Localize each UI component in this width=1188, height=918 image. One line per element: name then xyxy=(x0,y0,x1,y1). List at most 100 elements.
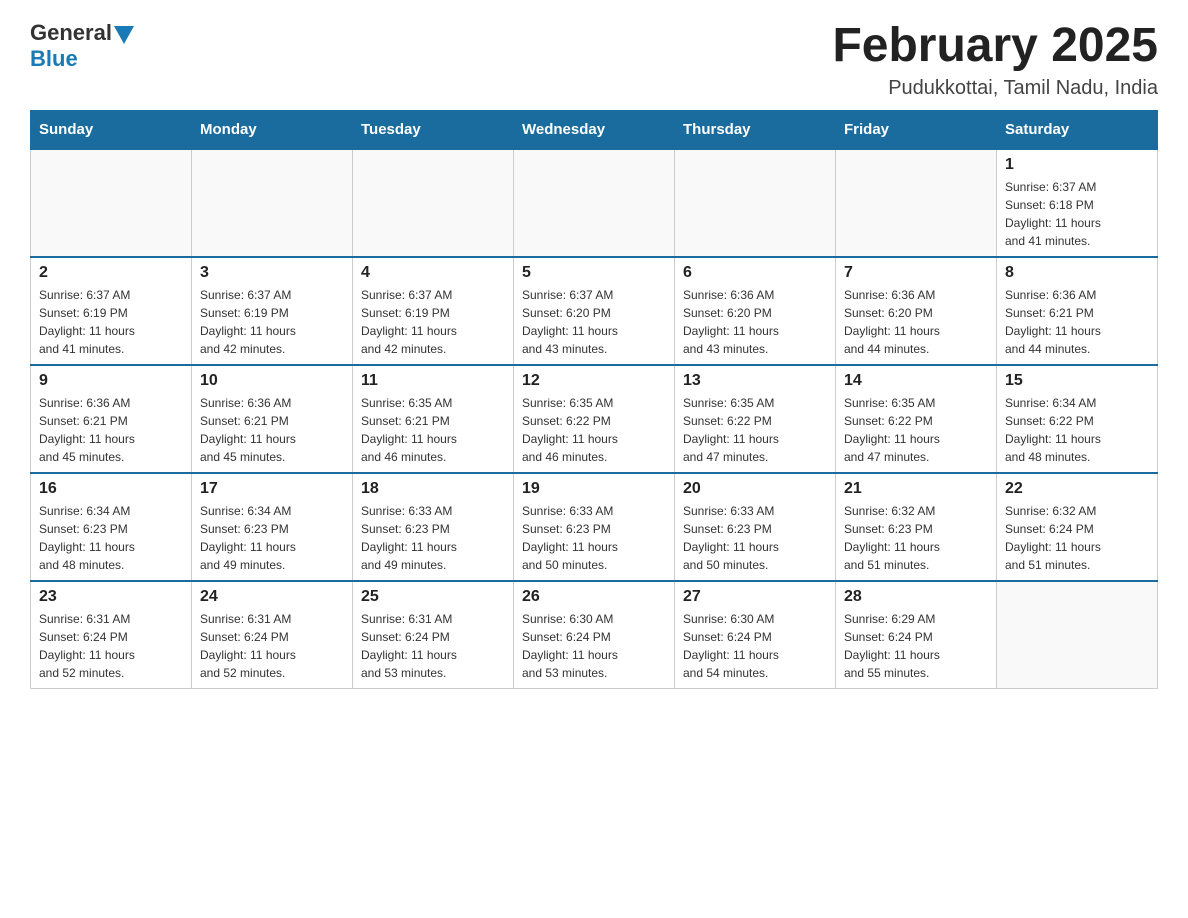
day-number: 19 xyxy=(522,480,666,498)
day-info: Sunrise: 6:31 AMSunset: 6:24 PMDaylight:… xyxy=(39,610,183,682)
day-info: Sunrise: 6:37 AMSunset: 6:19 PMDaylight:… xyxy=(361,286,505,358)
day-info: Sunrise: 6:30 AMSunset: 6:24 PMDaylight:… xyxy=(683,610,827,682)
day-number: 10 xyxy=(200,372,344,390)
calendar-day-cell: 7 Sunrise: 6:36 AMSunset: 6:20 PMDaylight… xyxy=(836,257,997,365)
calendar-header-row: SundayMondayTuesdayWednesdayThursdayFrid… xyxy=(31,110,1158,149)
calendar-day-cell: 28 Sunrise: 6:29 AMSunset: 6:24 PMDayligh… xyxy=(836,581,997,689)
day-number: 4 xyxy=(361,264,505,282)
calendar-day-cell xyxy=(31,149,192,257)
logo-arrow-icon xyxy=(114,26,134,44)
day-number: 2 xyxy=(39,264,183,282)
calendar-day-cell xyxy=(353,149,514,257)
weekday-header-tuesday: Tuesday xyxy=(353,110,514,149)
logo-general-text: General xyxy=(30,20,112,46)
day-number: 21 xyxy=(844,480,988,498)
calendar-day-cell: 3 Sunrise: 6:37 AMSunset: 6:19 PMDaylight… xyxy=(192,257,353,365)
calendar-day-cell: 25Sunrise: 6:31 AMSunset: 6:24 PMDayligh… xyxy=(353,581,514,689)
calendar-day-cell: 18Sunrise: 6:33 AMSunset: 6:23 PMDayligh… xyxy=(353,473,514,581)
calendar-day-cell xyxy=(997,581,1158,689)
day-info: Sunrise: 6:30 AMSunset: 6:24 PMDaylight:… xyxy=(522,610,666,682)
logo: General Blue xyxy=(30,20,134,72)
day-info: Sunrise: 6:34 AMSunset: 6:23 PMDaylight:… xyxy=(200,502,344,574)
day-number: 11 xyxy=(361,372,505,390)
day-info: Sunrise: 6:35 AMSunset: 6:21 PMDaylight:… xyxy=(361,394,505,466)
calendar-day-cell xyxy=(192,149,353,257)
day-number: 24 xyxy=(200,588,344,606)
calendar-day-cell: 14 Sunrise: 6:35 AMSunset: 6:22 PMDayligh… xyxy=(836,365,997,473)
day-number: 20 xyxy=(683,480,827,498)
day-number: 15 xyxy=(1005,372,1149,390)
calendar-day-cell: 23Sunrise: 6:31 AMSunset: 6:24 PMDayligh… xyxy=(31,581,192,689)
day-number: 28 xyxy=(844,588,988,606)
calendar-day-cell xyxy=(675,149,836,257)
day-number: 17 xyxy=(200,480,344,498)
calendar-day-cell: 24Sunrise: 6:31 AMSunset: 6:24 PMDayligh… xyxy=(192,581,353,689)
weekday-header-sunday: Sunday xyxy=(31,110,192,149)
logo-blue-text: Blue xyxy=(30,46,78,71)
calendar-week-row: 2 Sunrise: 6:37 AMSunset: 6:19 PMDaylight… xyxy=(31,257,1158,365)
weekday-header-wednesday: Wednesday xyxy=(514,110,675,149)
day-info: Sunrise: 6:37 AMSunset: 6:18 PMDaylight:… xyxy=(1005,178,1149,250)
title-section: February 2025 Pudukkottai, Tamil Nadu, I… xyxy=(832,20,1158,100)
weekday-header-thursday: Thursday xyxy=(675,110,836,149)
day-info: Sunrise: 6:33 AMSunset: 6:23 PMDaylight:… xyxy=(522,502,666,574)
calendar-day-cell: 6 Sunrise: 6:36 AMSunset: 6:20 PMDaylight… xyxy=(675,257,836,365)
day-info: Sunrise: 6:34 AMSunset: 6:22 PMDaylight:… xyxy=(1005,394,1149,466)
calendar-day-cell: 26 Sunrise: 6:30 AMSunset: 6:24 PMDayligh… xyxy=(514,581,675,689)
weekday-header-monday: Monday xyxy=(192,110,353,149)
calendar-day-cell: 4 Sunrise: 6:37 AMSunset: 6:19 PMDaylight… xyxy=(353,257,514,365)
day-number: 14 xyxy=(844,372,988,390)
calendar-day-cell: 10 Sunrise: 6:36 AMSunset: 6:21 PMDayligh… xyxy=(192,365,353,473)
day-info: Sunrise: 6:36 AMSunset: 6:20 PMDaylight:… xyxy=(683,286,827,358)
calendar-day-cell: 2 Sunrise: 6:37 AMSunset: 6:19 PMDaylight… xyxy=(31,257,192,365)
calendar-day-cell xyxy=(836,149,997,257)
day-info: Sunrise: 6:33 AMSunset: 6:23 PMDaylight:… xyxy=(361,502,505,574)
day-info: Sunrise: 6:35 AMSunset: 6:22 PMDaylight:… xyxy=(844,394,988,466)
day-info: Sunrise: 6:36 AMSunset: 6:21 PMDaylight:… xyxy=(39,394,183,466)
day-info: Sunrise: 6:37 AMSunset: 6:19 PMDaylight:… xyxy=(200,286,344,358)
calendar-day-cell: 17 Sunrise: 6:34 AMSunset: 6:23 PMDayligh… xyxy=(192,473,353,581)
day-number: 6 xyxy=(683,264,827,282)
calendar-table: SundayMondayTuesdayWednesdayThursdayFrid… xyxy=(30,110,1158,689)
day-number: 3 xyxy=(200,264,344,282)
calendar-week-row: 16 Sunrise: 6:34 AMSunset: 6:23 PMDayligh… xyxy=(31,473,1158,581)
calendar-day-cell: 15 Sunrise: 6:34 AMSunset: 6:22 PMDayligh… xyxy=(997,365,1158,473)
day-number: 7 xyxy=(844,264,988,282)
day-info: Sunrise: 6:36 AMSunset: 6:21 PMDaylight:… xyxy=(1005,286,1149,358)
day-number: 9 xyxy=(39,372,183,390)
day-info: Sunrise: 6:37 AMSunset: 6:19 PMDaylight:… xyxy=(39,286,183,358)
calendar-day-cell: 20Sunrise: 6:33 AMSunset: 6:23 PMDayligh… xyxy=(675,473,836,581)
day-info: Sunrise: 6:35 AMSunset: 6:22 PMDaylight:… xyxy=(522,394,666,466)
calendar-day-cell: 27 Sunrise: 6:30 AMSunset: 6:24 PMDayligh… xyxy=(675,581,836,689)
day-number: 22 xyxy=(1005,480,1149,498)
weekday-header-friday: Friday xyxy=(836,110,997,149)
calendar-day-cell: 1 Sunrise: 6:37 AMSunset: 6:18 PMDaylight… xyxy=(997,149,1158,257)
day-info: Sunrise: 6:35 AMSunset: 6:22 PMDaylight:… xyxy=(683,394,827,466)
day-info: Sunrise: 6:32 AMSunset: 6:23 PMDaylight:… xyxy=(844,502,988,574)
day-number: 1 xyxy=(1005,156,1149,174)
day-number: 5 xyxy=(522,264,666,282)
day-number: 26 xyxy=(522,588,666,606)
day-info: Sunrise: 6:34 AMSunset: 6:23 PMDaylight:… xyxy=(39,502,183,574)
calendar-week-row: 23Sunrise: 6:31 AMSunset: 6:24 PMDayligh… xyxy=(31,581,1158,689)
page-header: General Blue February 2025 Pudukkottai, … xyxy=(30,20,1158,100)
day-number: 16 xyxy=(39,480,183,498)
day-info: Sunrise: 6:36 AMSunset: 6:21 PMDaylight:… xyxy=(200,394,344,466)
calendar-day-cell: 21 Sunrise: 6:32 AMSunset: 6:23 PMDayligh… xyxy=(836,473,997,581)
day-number: 12 xyxy=(522,372,666,390)
calendar-day-cell: 13 Sunrise: 6:35 AMSunset: 6:22 PMDayligh… xyxy=(675,365,836,473)
day-number: 27 xyxy=(683,588,827,606)
calendar-day-cell xyxy=(514,149,675,257)
location: Pudukkottai, Tamil Nadu, India xyxy=(832,77,1158,100)
calendar-day-cell: 16 Sunrise: 6:34 AMSunset: 6:23 PMDayligh… xyxy=(31,473,192,581)
day-info: Sunrise: 6:37 AMSunset: 6:20 PMDaylight:… xyxy=(522,286,666,358)
day-info: Sunrise: 6:29 AMSunset: 6:24 PMDaylight:… xyxy=(844,610,988,682)
weekday-header-saturday: Saturday xyxy=(997,110,1158,149)
calendar-week-row: 9 Sunrise: 6:36 AMSunset: 6:21 PMDaylight… xyxy=(31,365,1158,473)
calendar-day-cell: 9 Sunrise: 6:36 AMSunset: 6:21 PMDaylight… xyxy=(31,365,192,473)
calendar-day-cell: 19 Sunrise: 6:33 AMSunset: 6:23 PMDayligh… xyxy=(514,473,675,581)
day-info: Sunrise: 6:36 AMSunset: 6:20 PMDaylight:… xyxy=(844,286,988,358)
calendar-day-cell: 22Sunrise: 6:32 AMSunset: 6:24 PMDayligh… xyxy=(997,473,1158,581)
calendar-day-cell: 12 Sunrise: 6:35 AMSunset: 6:22 PMDayligh… xyxy=(514,365,675,473)
day-number: 13 xyxy=(683,372,827,390)
